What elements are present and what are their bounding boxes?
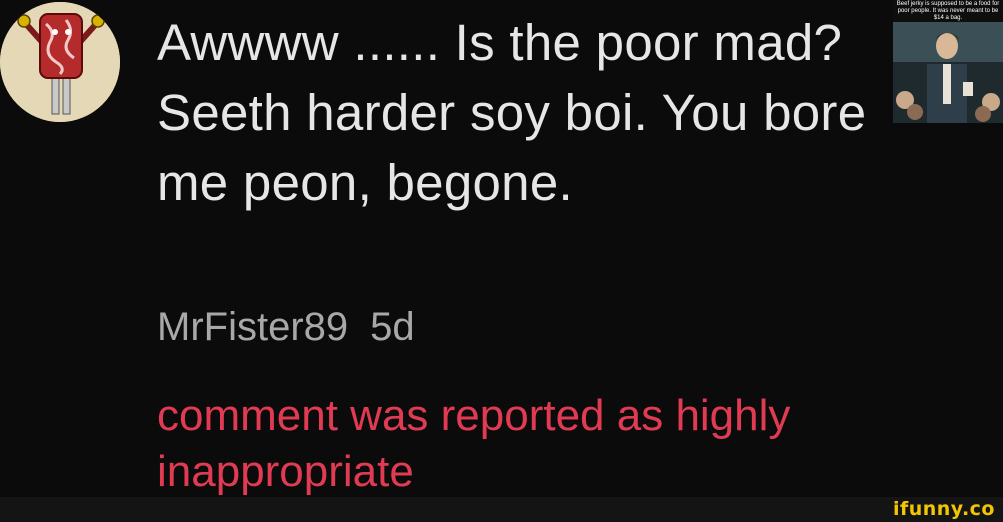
attached-image-thumbnail[interactable]: Beef jerky is supposed to be a food for … (893, 0, 1003, 123)
thumbnail-caption: Beef jerky is supposed to be a food for … (893, 0, 1003, 22)
popsicle-meat-icon (0, 2, 120, 122)
report-notice: comment was reported as highly inappropr… (157, 391, 791, 496)
username-link[interactable]: MrFister89 (157, 305, 348, 349)
ifunny-watermark: ifunny.co (892, 498, 995, 520)
footer-bar (0, 497, 1003, 522)
comment-text: Awwww ...... Is the poor mad? Seeth hard… (157, 14, 867, 211)
comment-meta: MrFister89 5d (157, 303, 415, 351)
avatar[interactable] (0, 2, 120, 122)
timestamp: 5d (370, 305, 415, 349)
thumbnail-picture (893, 22, 1003, 123)
